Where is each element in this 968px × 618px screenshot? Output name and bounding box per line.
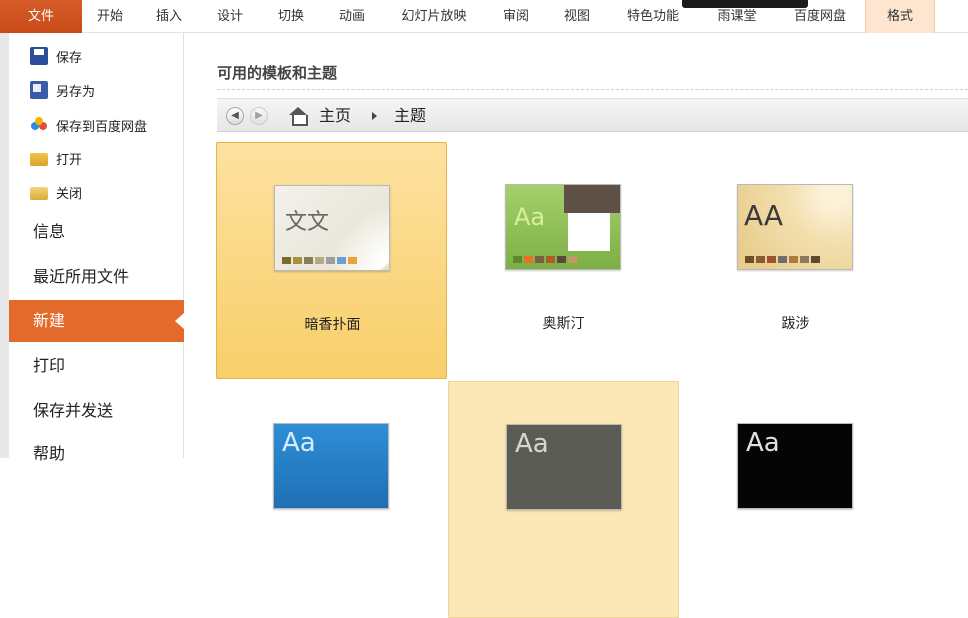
theme-tile[interactable]: Aa 奥斯汀 <box>448 142 679 379</box>
close-label: 关闭 <box>56 186 83 202</box>
close-folder-icon <box>30 187 48 200</box>
theme-sample-text: Aa <box>746 428 780 458</box>
tab-home[interactable]: 开始 <box>82 0 138 33</box>
tab-design[interactable]: 设计 <box>200 0 260 33</box>
theme-sample-text: 文文 <box>285 210 330 235</box>
save-as-command[interactable]: 另存为 <box>30 78 95 102</box>
section-title: 可用的模板和主题 <box>217 64 338 82</box>
theme-tile[interactable]: 文文 暗香扑面 <box>216 142 447 379</box>
tab-animations[interactable]: 动画 <box>322 0 382 33</box>
theme-sample-text: Aa <box>515 429 549 459</box>
nav-new[interactable]: 新建 <box>9 300 184 342</box>
save-command[interactable]: 保存 <box>30 44 82 68</box>
theme-tile[interactable]: Aa <box>448 381 679 618</box>
theme-thumbnail: Aa <box>506 424 622 510</box>
breadcrumb-current: 主题 <box>394 106 427 125</box>
breadcrumb-separator-icon <box>372 112 377 120</box>
theme-thumbnail: Aa <box>505 184 621 270</box>
forward-button[interactable]: ▶ <box>250 107 268 125</box>
tab-slideshow[interactable]: 幻灯片放映 <box>382 0 486 33</box>
tab-file[interactable]: 文件 <box>0 0 82 33</box>
gallery-nav-bar: ◀ ▶ 主页 主题 <box>217 98 968 132</box>
color-swatches <box>513 256 579 263</box>
section-divider <box>217 89 968 90</box>
tab-format[interactable]: 格式 <box>865 0 935 33</box>
save-as-label: 另存为 <box>56 84 96 100</box>
thumbnail-block <box>568 213 610 251</box>
save-to-baidu-label: 保存到百度网盘 <box>56 119 148 135</box>
baidu-cloud-icon <box>30 116 48 134</box>
thumbnail-block <box>564 185 620 213</box>
home-icon[interactable] <box>289 107 308 126</box>
backstage-sidebar: 保存 另存为 保存到百度网盘 打开 关闭 信息 最近所用文件 新建 打印 保存并… <box>0 33 184 463</box>
open-command[interactable]: 打开 <box>30 146 82 170</box>
tab-transitions[interactable]: 切换 <box>260 0 322 33</box>
theme-tile[interactable]: Aa <box>216 381 447 618</box>
nav-save-and-send[interactable]: 保存并发送 <box>9 390 184 432</box>
theme-thumbnail: AA <box>737 184 853 270</box>
overlay-bar <box>682 0 808 8</box>
nav-print[interactable]: 打印 <box>9 345 184 387</box>
ribbon-tab-bar: 文件 开始 插入 设计 切换 动画 幻灯片放映 审阅 视图 特色功能 雨课堂 百… <box>0 0 968 33</box>
theme-name: 暗香扑面 <box>304 317 361 333</box>
theme-thumbnail: 文文 <box>274 185 390 271</box>
tab-review[interactable]: 审阅 <box>486 0 546 33</box>
theme-name: 奥斯汀 <box>542 316 585 332</box>
nav-recent[interactable]: 最近所用文件 <box>9 256 184 298</box>
color-swatches <box>282 257 359 264</box>
back-button[interactable]: ◀ <box>226 107 244 125</box>
tab-insert[interactable]: 插入 <box>138 0 200 33</box>
nav-help[interactable]: 帮助 <box>9 433 184 475</box>
breadcrumb-home[interactable]: 主页 <box>319 99 351 133</box>
save-to-baidu-command[interactable]: 保存到百度网盘 <box>30 113 147 137</box>
tab-view[interactable]: 视图 <box>546 0 608 33</box>
theme-tile[interactable]: AA 跋涉 <box>680 142 911 379</box>
theme-sample-text: Aa <box>282 428 316 458</box>
theme-thumbnail: Aa <box>737 423 853 509</box>
open-label: 打开 <box>56 152 83 168</box>
color-swatches <box>745 256 822 263</box>
save-icon <box>30 47 48 65</box>
save-as-icon <box>30 81 48 99</box>
save-label: 保存 <box>56 50 83 66</box>
theme-tile[interactable]: Aa <box>680 381 911 618</box>
nav-info[interactable]: 信息 <box>9 211 184 253</box>
close-command[interactable]: 关闭 <box>30 180 82 204</box>
theme-sample-text: Aa <box>514 203 546 231</box>
open-folder-icon <box>30 153 48 166</box>
theme-thumbnail: Aa <box>273 423 389 509</box>
theme-sample-text: AA <box>744 199 784 232</box>
theme-name: 跋涉 <box>781 316 810 332</box>
